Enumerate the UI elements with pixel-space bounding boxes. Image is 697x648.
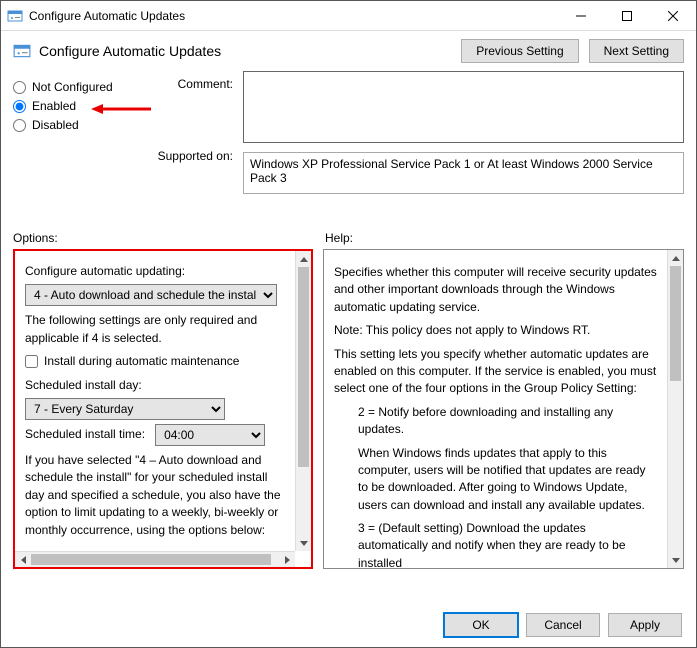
enabled-label: Enabled	[32, 99, 76, 113]
cancel-button[interactable]: Cancel	[526, 613, 600, 637]
comment-label: Comment:	[153, 77, 233, 91]
schedule-note: If you have selected "4 – Auto download …	[25, 452, 285, 539]
not-configured-radio[interactable]	[13, 81, 26, 94]
policy-title: Configure Automatic Updates	[39, 43, 461, 59]
app-icon	[7, 8, 23, 24]
disabled-label: Disabled	[32, 118, 79, 132]
install-maintenance-checkbox[interactable]	[25, 355, 38, 368]
supported-label: Supported on:	[153, 149, 233, 163]
minimize-button[interactable]	[558, 1, 604, 31]
options-horizontal-scrollbar[interactable]	[15, 551, 295, 567]
supported-on-text: Windows XP Professional Service Pack 1 o…	[243, 152, 684, 194]
enabled-radio[interactable]	[13, 100, 26, 113]
help-vertical-scrollbar[interactable]	[667, 250, 683, 568]
scroll-up-button[interactable]	[296, 251, 312, 267]
help-paragraph: Note: This policy does not apply to Wind…	[334, 322, 657, 339]
apply-button[interactable]: Apply	[608, 613, 682, 637]
scroll-thumb[interactable]	[31, 554, 271, 565]
scroll-right-button[interactable]	[279, 552, 295, 568]
titlebar: Configure Automatic Updates	[1, 1, 696, 31]
install-time-select[interactable]: 04:00	[155, 424, 265, 446]
annotation-arrow-icon	[91, 103, 151, 115]
options-section-label: Options:	[13, 231, 325, 245]
options-panel: Configure automatic updating: 4 - Auto d…	[13, 249, 313, 569]
next-setting-button[interactable]: Next Setting	[589, 39, 684, 63]
help-panel: Specifies whether this computer will rec…	[323, 249, 684, 569]
help-section-label: Help:	[325, 231, 684, 245]
required-note: The following settings are only required…	[25, 312, 285, 347]
help-paragraph: Specifies whether this computer will rec…	[334, 264, 657, 316]
options-vertical-scrollbar[interactable]	[295, 251, 311, 551]
install-day-label: Scheduled install day:	[25, 377, 285, 394]
scroll-down-button[interactable]	[296, 535, 312, 551]
help-paragraph: This setting lets you specify whether au…	[334, 346, 657, 398]
install-day-select[interactable]: 7 - Every Saturday	[25, 398, 225, 420]
scroll-thumb[interactable]	[298, 267, 309, 467]
disabled-radio[interactable]	[13, 119, 26, 132]
policy-icon	[13, 42, 31, 60]
previous-setting-button[interactable]: Previous Setting	[461, 39, 578, 63]
configure-updating-label: Configure automatic updating:	[25, 263, 285, 280]
scroll-left-button[interactable]	[15, 552, 31, 568]
install-time-label: Scheduled install time:	[25, 426, 145, 443]
configure-updating-select[interactable]: 4 - Auto download and schedule the insta…	[25, 284, 277, 306]
close-button[interactable]	[650, 1, 696, 31]
help-paragraph: 2 = Notify before downloading and instal…	[334, 404, 657, 439]
scroll-up-button[interactable]	[668, 250, 684, 266]
install-maintenance-label: Install during automatic maintenance	[44, 353, 239, 370]
ok-button[interactable]: OK	[444, 613, 518, 637]
maximize-button[interactable]	[604, 1, 650, 31]
policy-header: Configure Automatic Updates Previous Set…	[1, 31, 696, 71]
help-paragraph: When Windows finds updates that apply to…	[334, 445, 657, 515]
comment-input[interactable]	[243, 71, 684, 143]
scroll-down-button[interactable]	[668, 552, 684, 568]
not-configured-label: Not Configured	[32, 80, 113, 94]
window-title: Configure Automatic Updates	[29, 9, 558, 23]
help-paragraph: 3 = (Default setting) Download the updat…	[334, 520, 657, 568]
scroll-thumb[interactable]	[670, 266, 681, 381]
